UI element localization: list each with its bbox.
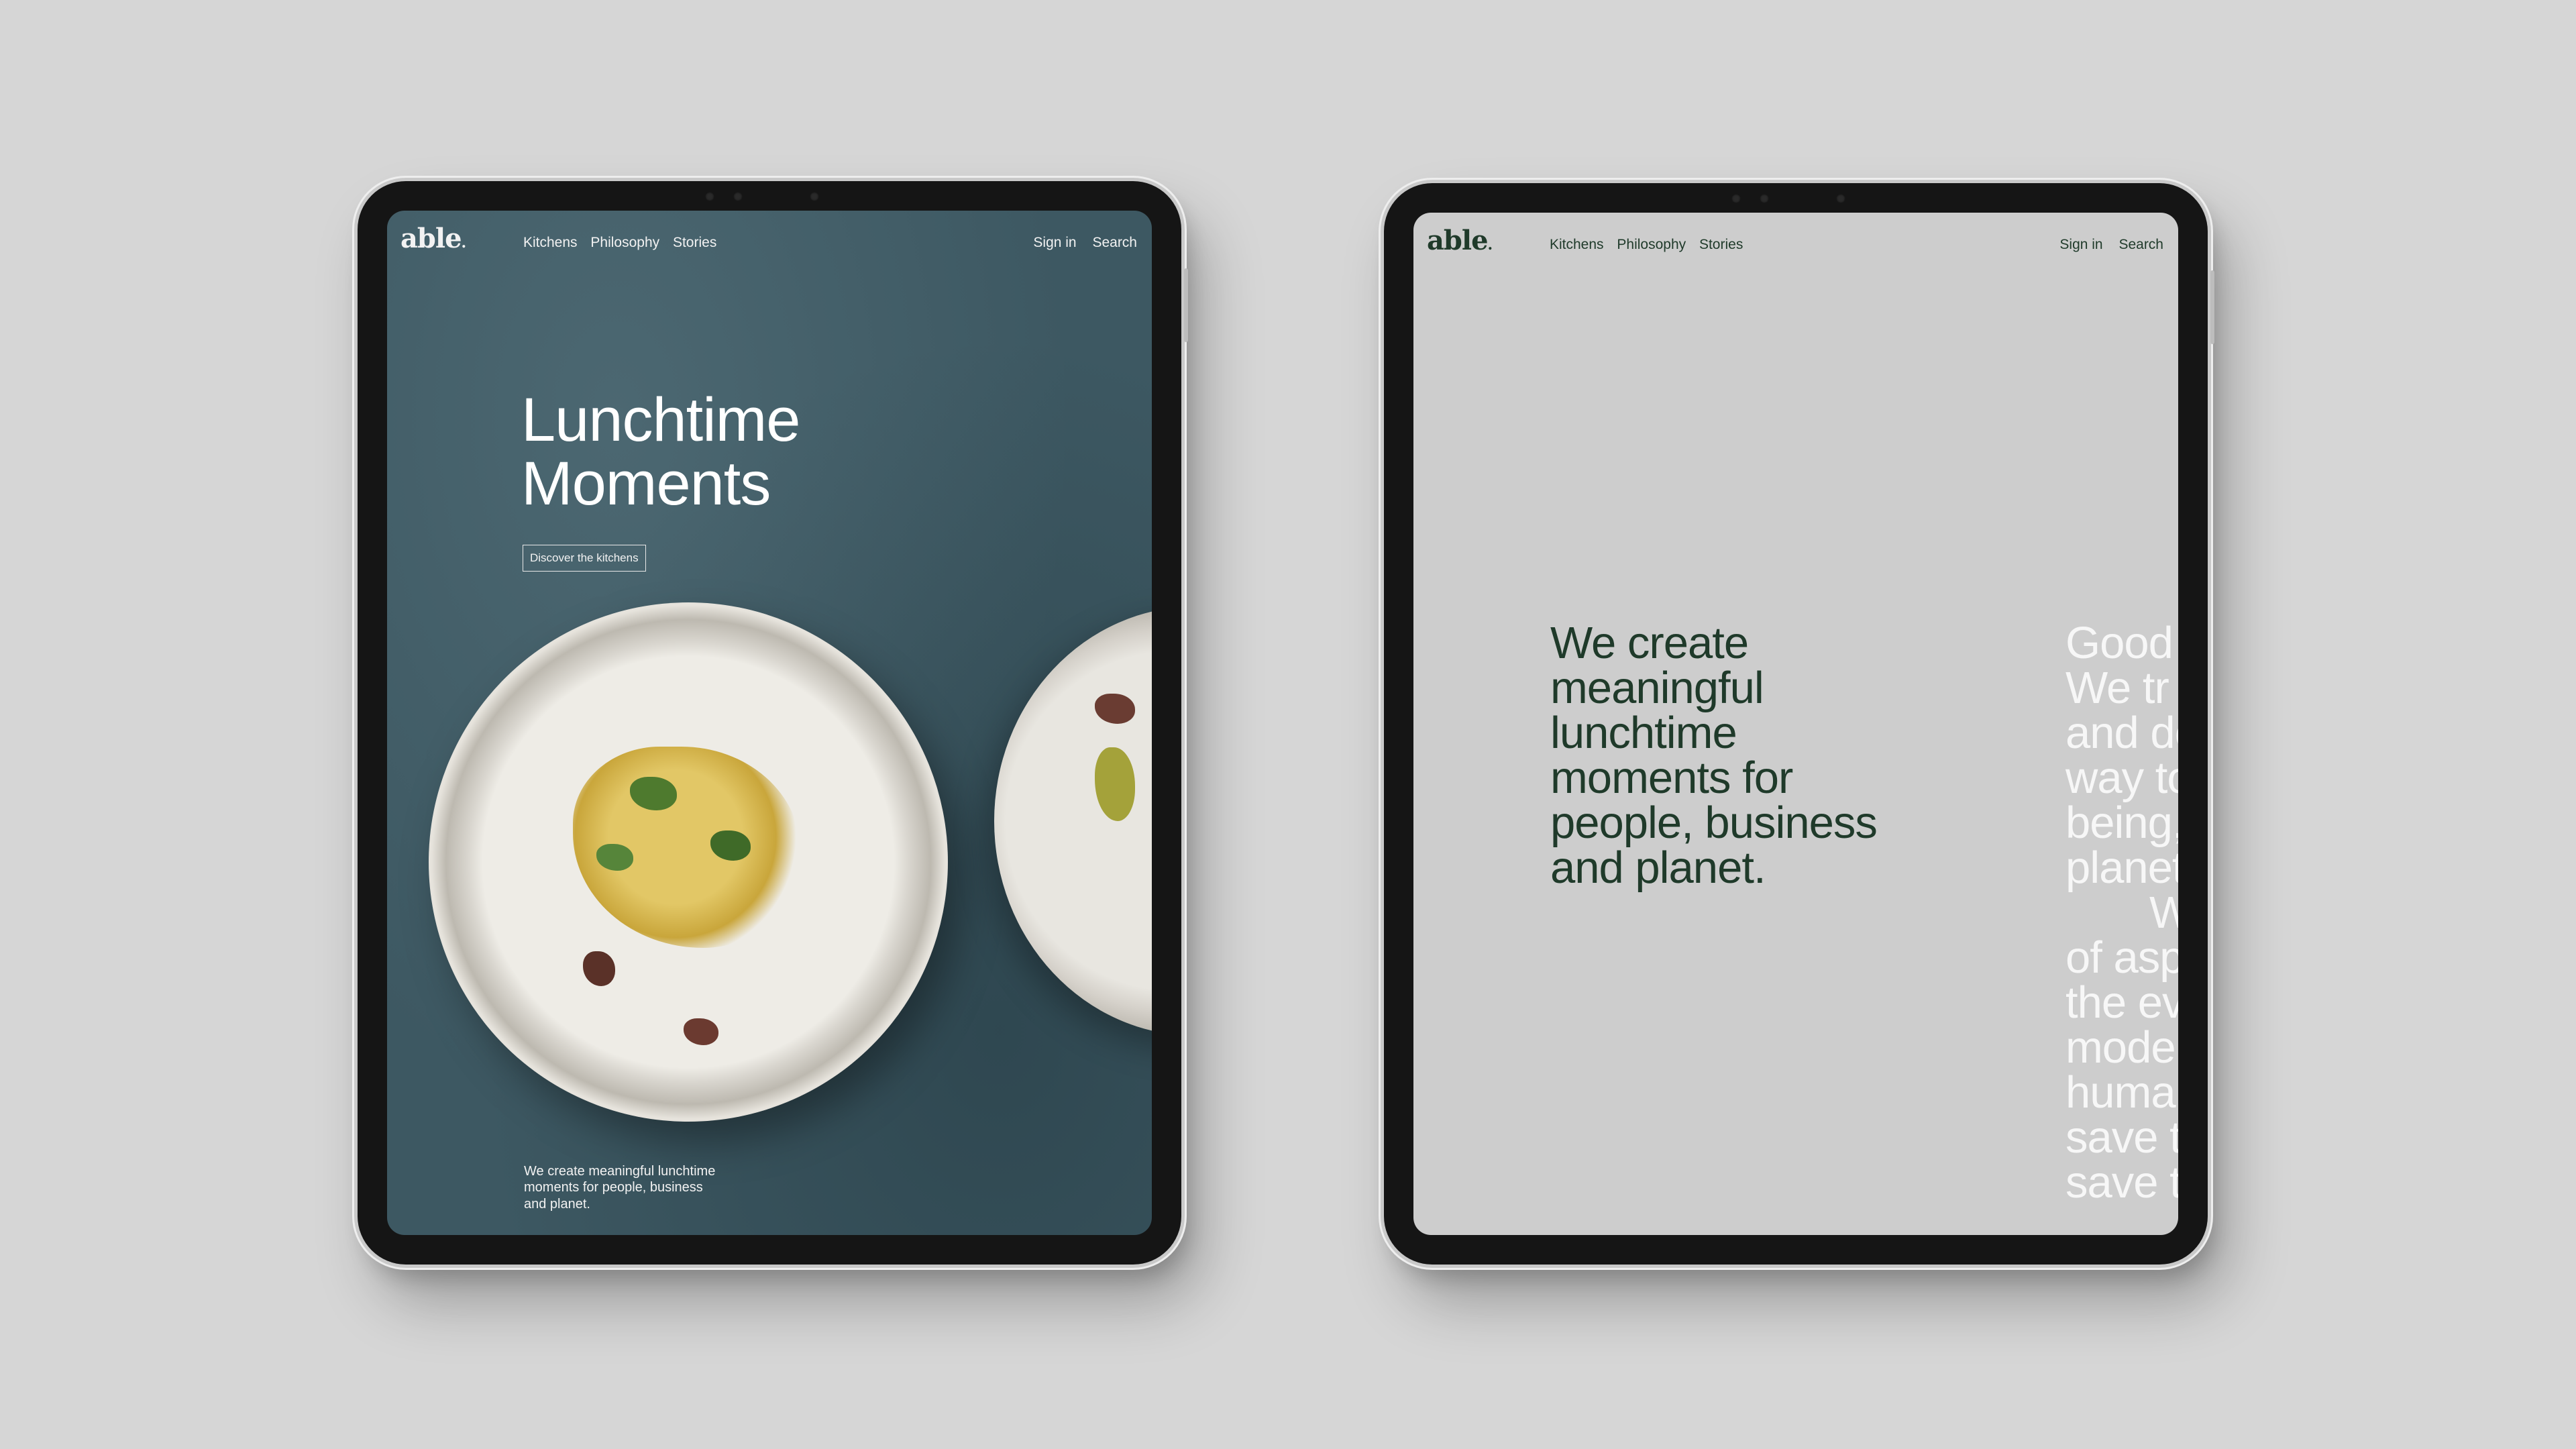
nav-link-stories[interactable]: Stories xyxy=(673,235,716,250)
nav-links: Kitchens Philosophy Stories xyxy=(1550,237,1752,253)
volume-button xyxy=(1184,268,1188,342)
nav-links: Kitchens Philosophy Stories xyxy=(523,235,726,251)
caption-line: and planet. xyxy=(524,1196,590,1212)
search-link[interactable]: Search xyxy=(1092,235,1137,250)
mushroom-shape xyxy=(684,1018,718,1045)
nav-utility: Sign in Search xyxy=(2047,237,2163,253)
paragraph-line: planet xyxy=(2065,843,2178,893)
screen-right: able. Kitchens Philosophy Stories Sign i… xyxy=(1413,213,2178,1235)
hero-title: Lunchtime Moments xyxy=(521,388,870,516)
top-nav: able. Kitchens Philosophy Stories Sign i… xyxy=(1413,213,2178,273)
search-link[interactable]: Search xyxy=(2118,237,2163,252)
camera-icon xyxy=(810,192,819,201)
mission-statement: We create meaningful lunchtime moments f… xyxy=(1550,621,1899,890)
second-bowl-image xyxy=(994,606,1152,1036)
hero-caption: We create meaningful lunchtime moments f… xyxy=(524,1163,725,1212)
paragraph-line: Good xyxy=(2065,618,2174,668)
top-nav: able. Kitchens Philosophy Stories Sign i… xyxy=(387,211,1152,271)
discover-kitchens-button[interactable]: Discover the kitchens xyxy=(523,545,646,572)
sensor-icon xyxy=(705,192,714,201)
paragraph-line: We tr xyxy=(2065,663,2169,713)
statement-line: lunchtime xyxy=(1550,708,1737,758)
caption-line: We create meaningful lunchtime xyxy=(524,1164,716,1179)
paragraph-line: W xyxy=(2149,888,2178,938)
sign-in-link[interactable]: Sign in xyxy=(1033,235,1076,250)
nav-link-philosophy[interactable]: Philosophy xyxy=(1617,237,1686,252)
scrolling-paragraph: Good We tr and de way to being, planet W… xyxy=(2065,621,2178,1205)
camera-bar xyxy=(689,189,850,204)
logo-dot: . xyxy=(1487,236,1493,254)
paragraph-line: huma xyxy=(2065,1067,2176,1118)
mushroom-shape xyxy=(583,951,615,986)
nav-link-philosophy[interactable]: Philosophy xyxy=(590,235,659,250)
volume-button xyxy=(2210,270,2214,344)
paragraph-line: the ev xyxy=(2065,977,2178,1028)
paragraph-line: save t xyxy=(2065,1112,2178,1163)
screen-left: able. Kitchens Philosophy Stories Sign i… xyxy=(387,211,1152,1235)
brand-logo[interactable]: able. xyxy=(400,223,466,254)
statement-line: We create xyxy=(1550,618,1749,668)
paragraph-line: of asp xyxy=(2065,932,2178,983)
nav-link-kitchens[interactable]: Kitchens xyxy=(1550,237,1604,252)
nav-link-stories[interactable]: Stories xyxy=(1699,237,1743,252)
paragraph-line: being, xyxy=(2065,798,2178,848)
herb-shape xyxy=(1095,747,1135,821)
camera-bar xyxy=(1715,191,1876,206)
paragraph-line: way to xyxy=(2065,753,2178,803)
logo-text: able xyxy=(400,223,462,254)
hero-title-line: Moments xyxy=(521,449,771,518)
nav-link-kitchens[interactable]: Kitchens xyxy=(523,235,578,250)
statement-line: moments for xyxy=(1550,753,1793,803)
nav-utility: Sign in Search xyxy=(1021,235,1137,251)
paragraph-line: mode xyxy=(2065,1022,2176,1073)
sensor-icon xyxy=(1760,194,1769,203)
brand-logo[interactable]: able. xyxy=(1427,225,1493,256)
hero-title-line: Lunchtime xyxy=(521,386,800,454)
tablet-right: able. Kitchens Philosophy Stories Sign i… xyxy=(1384,183,2214,1265)
camera-icon xyxy=(1836,194,1845,203)
logo-dot: . xyxy=(461,234,467,252)
sensor-icon xyxy=(733,192,743,201)
logo-text: able xyxy=(1427,225,1489,256)
sensor-icon xyxy=(1731,194,1741,203)
statement-line: people, business xyxy=(1550,798,1878,848)
paragraph-line: save t xyxy=(2065,1157,2178,1208)
paragraph-line: and de xyxy=(2065,708,2178,758)
caption-line: moments for people, business xyxy=(524,1180,703,1195)
mushroom-shape xyxy=(1095,694,1135,724)
statement-line: meaningful xyxy=(1550,663,1764,713)
pasta-bowl-image xyxy=(429,602,948,1122)
tablet-left: able. Kitchens Philosophy Stories Sign i… xyxy=(358,181,1188,1265)
sign-in-link[interactable]: Sign in xyxy=(2059,237,2102,252)
statement-line: and planet. xyxy=(1550,843,1766,893)
